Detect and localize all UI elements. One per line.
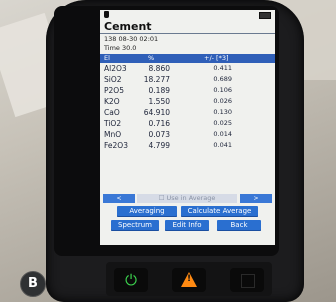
measurement-time: Time 30.0 (104, 44, 137, 52)
button-row-averaging: Averaging Calculate Average (103, 206, 272, 217)
previous-result-button[interactable]: < (103, 194, 135, 203)
power-button[interactable]: ⏻ (114, 268, 148, 292)
page-title: Cement (100, 20, 275, 34)
square-icon (241, 274, 255, 288)
button-row-actions: Spectrum Edit Info Back (103, 220, 272, 231)
table-row: Al2O3 8.860 0.411 (104, 64, 232, 73)
results-table: Al2O3 8.860 0.411 SiO2 18.277 0.689 P2O5 0.18… (100, 63, 275, 151)
column-header-error: +/- [*3] (204, 54, 229, 62)
result-navigation: < ☐ Use in Average > (103, 194, 272, 203)
table-row: MnO 0.073 0.014 (104, 130, 232, 139)
column-header-element: El (104, 54, 110, 62)
warning-indicator: ! (172, 268, 206, 292)
photo-label-badge: B (20, 271, 46, 297)
table-row: TiO2 0.716 0.025 (104, 119, 232, 128)
status-bar (100, 10, 275, 20)
table-row: CaO 64.910 0.130 (104, 108, 232, 117)
power-icon: ⏻ (125, 271, 137, 289)
use-in-average-checkbox[interactable]: ☐ Use in Average (137, 194, 237, 203)
edit-info-button[interactable]: Edit Info (165, 220, 209, 231)
spectrum-button[interactable]: Spectrum (111, 220, 159, 231)
table-row: P2O5 0.189 0.106 (104, 86, 232, 95)
sample-info: 138 08-30 02:01 (104, 35, 159, 43)
results-table-header: El % +/- [*3] (100, 54, 275, 63)
next-result-button[interactable]: > (240, 194, 272, 203)
back-button[interactable]: Back (217, 220, 261, 231)
column-header-percent: % (148, 54, 155, 62)
table-row: SiO2 18.277 0.689 (104, 75, 232, 84)
calculate-average-button[interactable]: Calculate Average (181, 206, 258, 217)
hardware-keypad: ⏻ ! (106, 262, 272, 296)
analyzer-screen: Cement 138 08-30 02:01 Time 30.0 El % +/… (100, 10, 275, 245)
square-button[interactable] (230, 268, 264, 292)
table-row: Fe2O3 4.799 0.041 (104, 141, 232, 150)
flask-icon (104, 11, 109, 18)
battery-icon (259, 12, 271, 19)
warning-mark: ! (186, 274, 192, 284)
averaging-button[interactable]: Averaging (117, 206, 177, 217)
table-row: K2O 1.550 0.026 (104, 97, 232, 106)
